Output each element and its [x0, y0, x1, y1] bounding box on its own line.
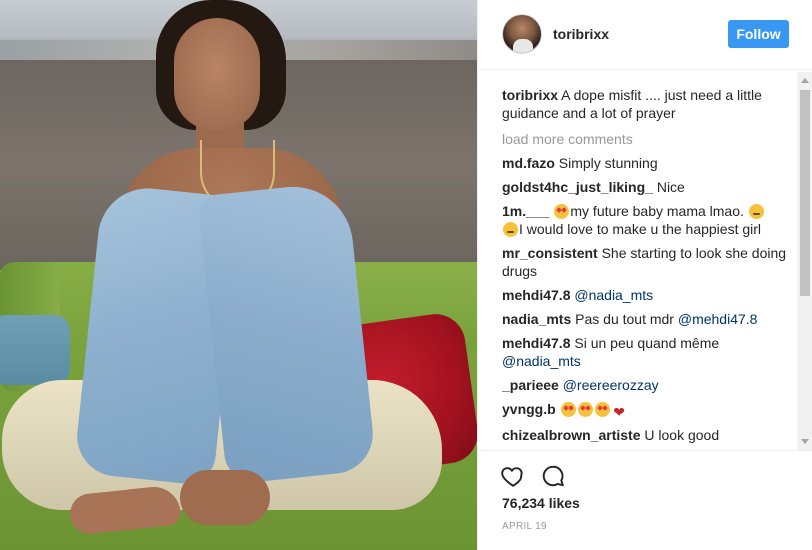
- comment-username[interactable]: mr_consistent: [502, 245, 598, 261]
- scroll-down-arrow-icon[interactable]: [801, 439, 809, 444]
- comment-text: Pas du tout mdr: [575, 311, 674, 327]
- speech-bubble-icon[interactable]: [540, 463, 566, 489]
- red-heart-emoji-icon: ❤: [613, 404, 625, 420]
- comment-text: Nice: [656, 179, 685, 195]
- heart-eyes-emoji-icon: [560, 402, 576, 417]
- comments-list[interactable]: toribrixx A dope misfit .... just need a…: [502, 86, 792, 446]
- comment-username[interactable]: chizealbrown_artiste: [502, 427, 641, 443]
- heart-outline-svg: [501, 467, 523, 487]
- comment-text: Si un peu quand même: [574, 335, 720, 351]
- heart-eyes-emoji-icon: [594, 402, 610, 417]
- comment-item: mehdi47.8 Si un peu quand même @nadia_mt…: [502, 334, 792, 370]
- avatar-figure: [513, 39, 533, 53]
- post-photo[interactable]: [0, 0, 477, 550]
- comment-username[interactable]: nadia_mts: [502, 311, 571, 327]
- photo-hands: [180, 470, 270, 525]
- post-actions: 76,234 likes APRIL 19: [478, 450, 812, 550]
- comment-item: md.fazo Simply stunning: [502, 154, 792, 172]
- photo-face: [174, 18, 260, 130]
- comments-scrollbar[interactable]: [797, 72, 812, 450]
- speech-bubble-svg: [542, 465, 564, 487]
- scrollbar-thumb[interactable]: [800, 90, 810, 296]
- comment-mention[interactable]: @mehdi47.8: [678, 311, 758, 327]
- smirk-emoji-icon: [748, 204, 764, 219]
- comment-username[interactable]: 1m.___: [502, 203, 549, 219]
- likes-count[interactable]: 76,234 likes: [502, 495, 580, 511]
- heart-eyes-emoji-icon: [554, 204, 570, 219]
- comment-mention[interactable]: @reereerozzay: [563, 377, 659, 393]
- heart-outline-icon[interactable]: [500, 463, 526, 489]
- caption: toribrixx A dope misfit .... just need a…: [502, 86, 792, 122]
- photo-blue-pillow: [0, 315, 70, 385]
- scroll-up-arrow-icon[interactable]: [801, 78, 809, 83]
- comment-item: mr_consistent She starting to look she d…: [502, 244, 792, 280]
- post-sidebar: toribrixx Follow toribrixx A dope misfit…: [477, 0, 812, 550]
- comment-item: mehdi47.8 @nadia_mts: [502, 286, 792, 304]
- comment-mention[interactable]: @nadia_mts: [502, 353, 581, 369]
- comment-item: chizealbrown_artiste U look good: [502, 426, 792, 444]
- heart-eyes-emoji-icon: [577, 402, 593, 417]
- comment-item: yvngg.b ❤: [502, 400, 792, 420]
- caption-username[interactable]: toribrixx: [502, 87, 558, 103]
- comment-username[interactable]: goldst4hc_just_liking_: [502, 179, 653, 195]
- header-username[interactable]: toribrixx: [553, 26, 609, 42]
- photo-shirt-right: [197, 180, 377, 486]
- comment-mention[interactable]: @nadia_mts: [574, 287, 653, 303]
- smirk-emoji-icon: [503, 222, 518, 237]
- comment-item: 1m.___ my future baby mama lmao. I would…: [502, 202, 792, 238]
- comment-username[interactable]: mehdi47.8: [502, 335, 570, 351]
- comment-username[interactable]: yvngg.b: [502, 401, 556, 417]
- load-more-comments-link[interactable]: load more comments: [502, 130, 792, 148]
- avatar[interactable]: [502, 14, 542, 54]
- comment-text: I would love to make u the happiest girl: [519, 221, 762, 237]
- comment-item: _parieee @reereerozzay: [502, 376, 792, 394]
- post-header: toribrixx Follow: [478, 0, 812, 70]
- comment-username[interactable]: md.fazo: [502, 155, 555, 171]
- comment-text: U look good: [644, 427, 720, 443]
- comment-username[interactable]: _parieee: [502, 377, 559, 393]
- comment-username[interactable]: mehdi47.8: [502, 287, 570, 303]
- comment-item: nadia_mts Pas du tout mdr @mehdi47.8: [502, 310, 792, 328]
- post-date[interactable]: APRIL 19: [502, 521, 547, 532]
- comment-item: goldst4hc_just_liking_ Nice: [502, 178, 792, 196]
- follow-button[interactable]: Follow: [728, 20, 789, 48]
- comment-text: my future baby mama lmao.: [570, 203, 744, 219]
- comment-text: Simply stunning: [558, 155, 658, 171]
